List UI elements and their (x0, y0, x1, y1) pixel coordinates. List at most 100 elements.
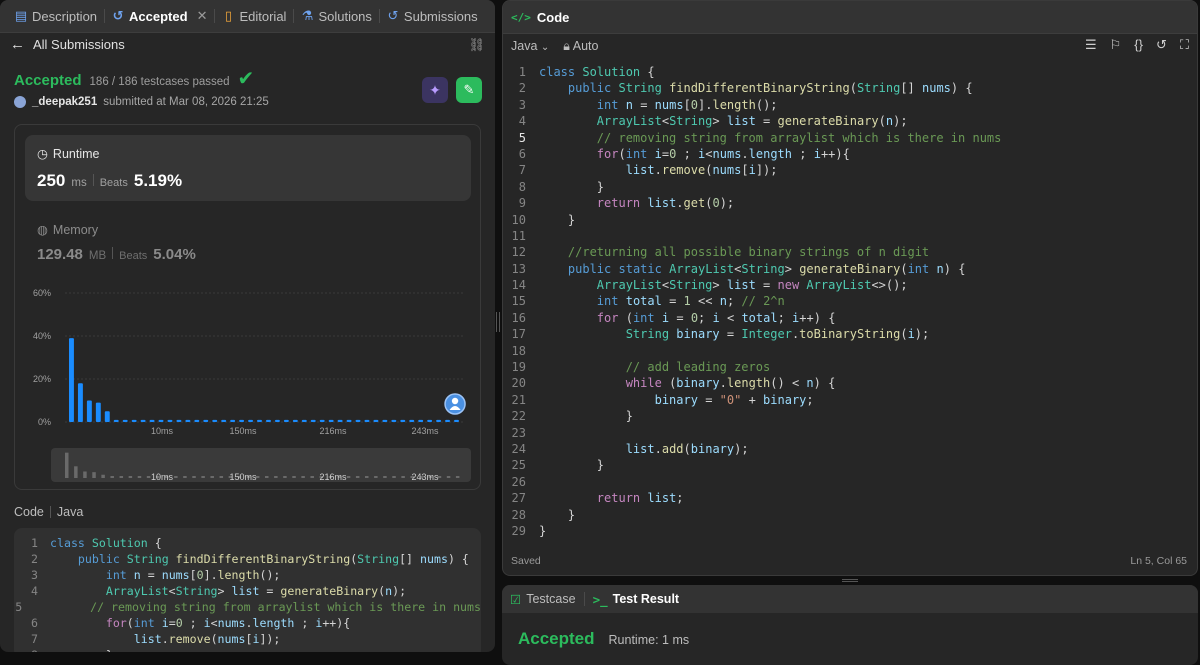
code-line[interactable]: 6 for(int i=0 ; i<nums.length ; i++){ (503, 147, 1197, 163)
link-icon[interactable]: ⛓ (468, 37, 485, 53)
code-line[interactable]: 4 ArrayList<String> list = generateBinar… (503, 114, 1197, 130)
overview-bar (92, 472, 96, 478)
ai-analyze-button[interactable]: ✦ (422, 77, 448, 103)
overview-tick-label: 216ms (319, 472, 347, 482)
code-line[interactable]: 27 return list; (503, 491, 1197, 507)
line-number: 26 (511, 474, 526, 489)
chart-bar (364, 419, 370, 422)
write-solution-button[interactable]: ✎ (456, 77, 482, 103)
tab-solutions[interactable]: ⚗ Solutions (294, 0, 378, 33)
runtime-distribution-chart[interactable]: 60% 40% 20% 0% 10ms 150ms 216ms 243ms 10ms 150ms 2… (15, 125, 482, 491)
code-line[interactable]: 18 (503, 344, 1197, 360)
code-line[interactable]: 21 binary = "0" + binary; (503, 393, 1197, 409)
line-number: 19 (511, 360, 526, 375)
tab-submissions[interactable]: ↺ Submissions (380, 0, 485, 33)
code-text: for(int i=0 ; i<nums.length ; i++){ (596, 146, 850, 161)
code-line[interactable]: 17 String binary = Integer.toBinaryStrin… (503, 327, 1197, 343)
code-line[interactable]: 13 public static ArrayList<String> gener… (503, 262, 1197, 278)
code-line: 7 list.remove(nums[i]); (14, 632, 481, 648)
tab-description[interactable]: ▤ Description (8, 0, 104, 33)
tab-testcase[interactable]: ☑ Testcase (510, 592, 576, 607)
code-line[interactable]: 12 //returning all possible binary strin… (503, 245, 1197, 261)
code-line[interactable]: 24 list.add(binary); (503, 442, 1197, 458)
code-line[interactable]: 5 // removing string from arraylist whic… (503, 131, 1197, 147)
y-tick-label: 40% (33, 331, 51, 341)
code-line[interactable]: 14 ArrayList<String> list = new ArrayLis… (503, 278, 1197, 294)
chart-bar (77, 383, 83, 422)
vertical-resize-handle[interactable] (496, 312, 500, 332)
terminal-icon: >_ (592, 591, 608, 607)
code-line[interactable]: 29} (503, 524, 1197, 540)
code-text: for (int i = 0; i < total; i++) { (596, 310, 836, 325)
tab-editorial[interactable]: ▯ Editorial (215, 0, 293, 33)
code-line[interactable]: 23 (503, 426, 1197, 442)
reset-icon[interactable]: ↺ (1156, 37, 1167, 53)
code-line[interactable]: 8 } (503, 180, 1197, 196)
chart-bar (436, 419, 442, 422)
chart-bar (283, 419, 289, 422)
code-line: 6 for(int i=0 ; i<nums.length ; i++){ (14, 616, 481, 632)
avatar[interactable] (14, 96, 26, 108)
arrow-left-icon[interactable]: ← (10, 36, 25, 53)
code-line[interactable]: 15 int total = 1 << n; // 2^n (503, 294, 1197, 310)
code-text: ArrayList<String> list = generateBinary(… (105, 584, 407, 598)
performance-box: ◷ Runtime 250 ms Beats 5.19% ◍ Memory 129.… (14, 124, 481, 490)
code-line[interactable]: 9 return list.get(0); (503, 196, 1197, 212)
line-number: 15 (511, 294, 526, 309)
line-number: 29 (511, 523, 526, 538)
line-number: 10 (511, 212, 526, 227)
line-number: 2 (518, 81, 526, 96)
code-line[interactable]: 19 // add leading zeros (503, 360, 1197, 376)
code-line[interactable]: 1 class Solution { (503, 65, 1197, 81)
submitter-name[interactable]: _deepak251 (32, 96, 97, 108)
code-line[interactable]: 7 list.remove(nums[i]); (503, 163, 1197, 179)
auto-mode[interactable]: 🔒︎ Auto (563, 39, 598, 54)
all-submissions-link[interactable]: All Submissions (33, 37, 125, 52)
code-text: class Solution { (539, 65, 655, 79)
horizontal-resize-handle[interactable] (842, 579, 858, 582)
cursor-position: Ln 5, Col 65 (1130, 555, 1187, 567)
tab-test-result[interactable]: >_ Test Result (593, 592, 680, 607)
bookmark-icon[interactable]: ⚐ (1110, 37, 1122, 53)
code-line: 2 public String findDifferentBinaryStrin… (14, 552, 481, 568)
code-label: Code (14, 505, 44, 519)
code-line[interactable]: 20 while (binary.length() < n) { (503, 376, 1197, 392)
editor-header: </> Code (503, 1, 1197, 34)
chart-bar (95, 402, 101, 422)
code-line[interactable]: 22 } (503, 409, 1197, 425)
code-text: list.remove(nums[i]); (133, 632, 281, 646)
line-number: 4 (518, 114, 526, 129)
line-number: 1 (31, 536, 38, 550)
chart-bar (427, 419, 433, 422)
code-line[interactable]: 28 } (503, 508, 1197, 524)
chart-bar (185, 419, 191, 422)
overview-bar (346, 476, 351, 478)
code-line[interactable]: 10 } (503, 213, 1197, 229)
code-line: 5 // removing string from arraylist whic… (14, 600, 481, 616)
overview-bar (274, 476, 278, 478)
format-icon[interactable]: ☰ (1085, 37, 1097, 53)
line-number: 20 (511, 376, 526, 391)
code-line[interactable]: 3 int n = nums[0].length(); (503, 98, 1197, 114)
code-line[interactable]: 16 for (int i = 0; i < total; i++) { (503, 311, 1197, 327)
sparkle-icon: ✦ (429, 81, 441, 98)
overview-bar (310, 476, 314, 478)
language-select[interactable]: Java ⌄ (511, 39, 549, 53)
code-editor[interactable]: 1 class Solution {2 public String findDif… (503, 65, 1197, 547)
code-line[interactable]: 25 } (503, 458, 1197, 474)
overview-bar (83, 471, 87, 478)
overview-bar (292, 476, 296, 478)
code-line[interactable]: 11 (503, 229, 1197, 245)
chart-bar (319, 419, 325, 422)
tab-accepted[interactable]: ↺ Accepted ✕ (105, 0, 214, 33)
code-line[interactable]: 26 (503, 475, 1197, 491)
fullscreen-icon[interactable]: ⛶ (1180, 37, 1189, 53)
overview-bar (210, 476, 214, 478)
close-icon[interactable]: ✕ (197, 8, 208, 24)
code-line[interactable]: 2 public String findDifferentBinaryStrin… (503, 81, 1197, 97)
overview-bar (301, 476, 305, 478)
line-number: 6 (518, 146, 526, 161)
code-text: return list; (596, 491, 684, 506)
chart-bar (346, 419, 352, 422)
braces-icon[interactable]: {} (1134, 37, 1143, 53)
